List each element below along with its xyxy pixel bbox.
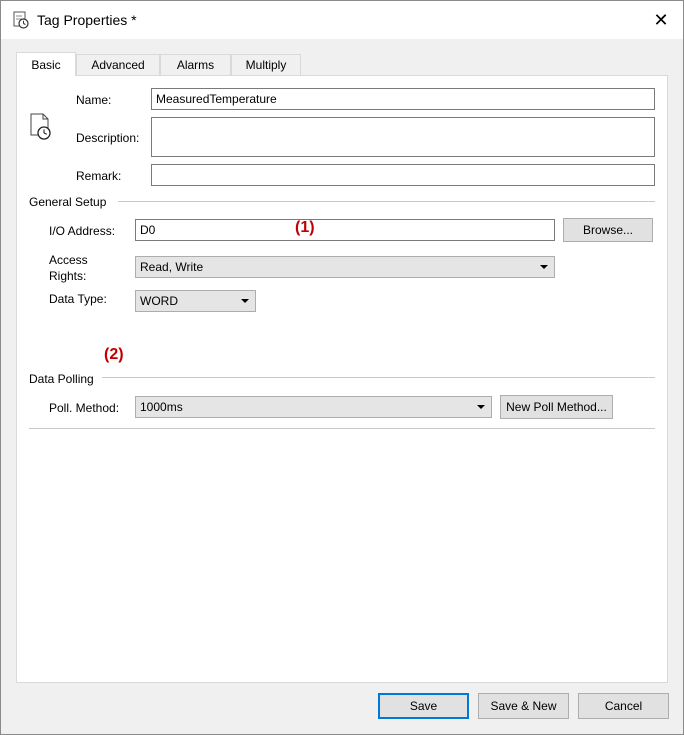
poll-method-dropdown[interactable]: 1000ms bbox=[135, 396, 492, 418]
browse-button[interactable]: Browse... bbox=[563, 218, 653, 242]
close-button[interactable]: ✕ bbox=[639, 1, 683, 39]
chevron-down-icon bbox=[241, 299, 249, 303]
data-type-value: WORD bbox=[140, 294, 178, 308]
general-setup-divider bbox=[118, 201, 655, 202]
tag-document-icon bbox=[30, 113, 51, 140]
window-title: Tag Properties * bbox=[37, 12, 137, 28]
close-icon: ✕ bbox=[653, 9, 669, 30]
remark-field[interactable] bbox=[151, 164, 655, 186]
general-setup-heading: General Setup bbox=[29, 195, 111, 209]
annotation-marker-2: (2) bbox=[104, 346, 124, 363]
title-bar[interactable]: Tag Properties * ✕ bbox=[1, 1, 683, 39]
save-button-label: Save bbox=[409, 699, 438, 713]
data-polling-heading: Data Polling bbox=[29, 372, 98, 386]
chevron-down-icon bbox=[540, 265, 548, 269]
access-rights-label-line2: Rights: bbox=[49, 269, 87, 283]
cancel-button[interactable]: Cancel bbox=[578, 693, 669, 719]
data-type-dropdown[interactable]: WORD bbox=[135, 290, 256, 312]
name-label: Name: bbox=[76, 93, 112, 107]
tag-properties-dialog: Tag Properties * ✕ Basic Advanced Alarms… bbox=[0, 0, 684, 735]
remark-label: Remark: bbox=[76, 169, 122, 183]
tab-basic[interactable]: Basic bbox=[16, 52, 76, 76]
tab-advanced-label: Advanced bbox=[91, 58, 145, 72]
description-field[interactable] bbox=[151, 117, 655, 157]
browse-button-label: Browse... bbox=[582, 223, 633, 237]
io-address-label: I/O Address: bbox=[49, 224, 116, 238]
data-type-label: Data Type: bbox=[49, 292, 107, 306]
annotation-marker-1: (1) bbox=[295, 219, 315, 236]
save-button[interactable]: Save bbox=[378, 693, 469, 719]
name-field[interactable]: MeasuredTemperature bbox=[151, 88, 655, 110]
tag-icon bbox=[13, 11, 29, 29]
save-and-new-button[interactable]: Save & New bbox=[478, 693, 569, 719]
description-label: Description: bbox=[76, 131, 140, 145]
poll-method-label: Poll. Method: bbox=[49, 401, 120, 415]
poll-method-value: 1000ms bbox=[140, 400, 183, 414]
section-divider bbox=[29, 428, 655, 429]
access-rights-label-line1: Access bbox=[49, 253, 88, 267]
save-and-new-button-label: Save & New bbox=[490, 699, 557, 713]
new-poll-method-button[interactable]: New Poll Method... bbox=[500, 395, 613, 419]
chevron-down-icon bbox=[477, 405, 485, 409]
access-rights-dropdown[interactable]: Read, Write bbox=[135, 256, 555, 278]
data-polling-divider bbox=[102, 377, 655, 378]
new-poll-method-label: New Poll Method... bbox=[506, 400, 607, 414]
io-address-field[interactable]: D0 bbox=[135, 219, 555, 241]
tab-multiply[interactable]: Multiply bbox=[231, 54, 301, 75]
tab-alarms[interactable]: Alarms bbox=[160, 54, 231, 75]
tab-alarms-label: Alarms bbox=[176, 58, 215, 72]
tab-advanced[interactable]: Advanced bbox=[76, 54, 160, 75]
cancel-button-label: Cancel bbox=[604, 699, 643, 713]
tab-basic-label: Basic bbox=[31, 57, 61, 72]
tab-multiply-label: Multiply bbox=[245, 58, 287, 72]
access-rights-value: Read, Write bbox=[140, 260, 204, 274]
